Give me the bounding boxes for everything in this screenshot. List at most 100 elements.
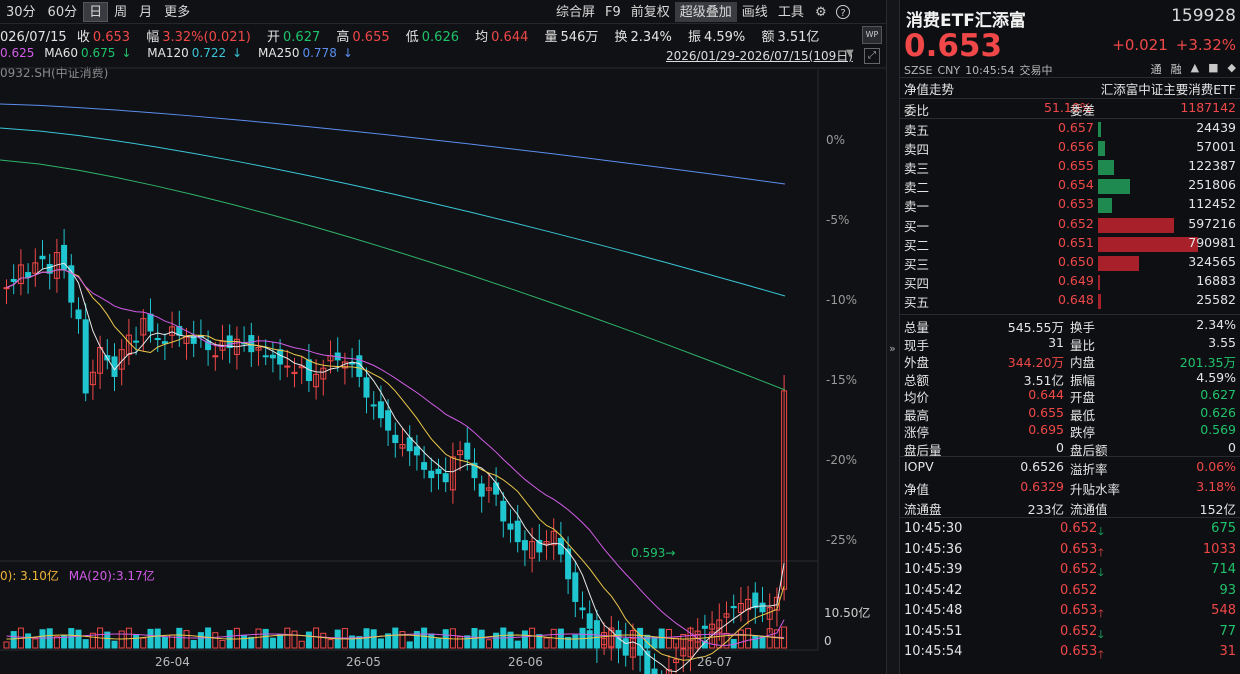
etf-stats-row: 净值 0.6329 升贴水率 3.18%	[900, 479, 1240, 497]
level-price: 0.651	[1058, 235, 1094, 250]
nav-row[interactable]: 净值走势 汇添富中证主要消费ETF	[900, 79, 1240, 97]
flag-icon[interactable]: 通	[1151, 61, 1162, 77]
volume-bar	[478, 629, 485, 649]
double-chevron-right-icon[interactable]: »	[889, 342, 896, 355]
flag-icon[interactable]: 融	[1171, 61, 1182, 77]
nav-label[interactable]: 净值走势	[904, 79, 954, 98]
flag-icon[interactable]: ◆	[1228, 61, 1236, 77]
level-volume: 112452	[1188, 196, 1236, 211]
candle-body	[500, 500, 507, 522]
level-volume-bar	[1098, 217, 1198, 233]
level-price: 0.652	[1058, 216, 1094, 231]
stat-label: 涨停	[904, 425, 930, 440]
last-price: 0.653	[904, 28, 1003, 64]
stat-value: 0.655	[1028, 404, 1064, 420]
volume-bar	[377, 638, 384, 649]
percent-tick: 0%	[826, 133, 846, 147]
ask-row[interactable]: 卖一 0.653 112452	[900, 196, 1240, 214]
level-label: 卖一	[904, 199, 930, 214]
stats-row: 总额 3.51亿 振幅 4.59%	[900, 370, 1240, 388]
level-volume: 324565	[1188, 254, 1236, 269]
level-volume: 25582	[1196, 292, 1236, 307]
meta-item: 交易中	[1019, 64, 1053, 77]
tick-time: 10:45:51	[904, 623, 963, 639]
volume-tick: 0	[824, 634, 832, 648]
level-label: 卖四	[904, 142, 930, 157]
stat-value: 233亿	[1027, 502, 1064, 517]
volume-bar	[658, 628, 665, 649]
stat-value: 0.626	[1200, 404, 1236, 420]
candle-body	[579, 607, 586, 611]
tick-row: 10:45:36 0.653 🡑 1033	[900, 542, 1240, 560]
volume-bar	[53, 636, 60, 649]
arrow-down-icon: 🡓	[1098, 627, 1104, 641]
candle-body	[493, 482, 500, 495]
bid-row[interactable]: 买三 0.650 324565	[900, 254, 1240, 272]
percent-tick: -20%	[826, 453, 858, 467]
volume-bar	[521, 630, 528, 649]
volume-bar	[183, 630, 190, 649]
candle-body	[10, 278, 17, 282]
flag-icon[interactable]: ■	[1208, 61, 1218, 77]
bid-row[interactable]: 买一 0.652 597216	[900, 216, 1240, 234]
volume-bar	[25, 633, 32, 649]
level-price: 0.649	[1058, 273, 1094, 288]
level-price: 0.650	[1058, 254, 1094, 269]
level-volume: 122387	[1188, 158, 1236, 173]
tick-price: 0.652	[1060, 623, 1098, 639]
level-volume-bar	[1098, 197, 1148, 213]
stats-row: 现手 31 量比 3.55	[900, 335, 1240, 353]
flag-icon[interactable]: ▲	[1191, 61, 1199, 77]
tick-row: 10:45:51 0.652 🡓 77	[900, 624, 1240, 642]
stat-label: 开盘	[1070, 390, 1096, 405]
tick-volume: 1033	[1202, 541, 1236, 557]
level-label: 买三	[904, 257, 930, 272]
arrow-up-icon: 🡑	[1098, 545, 1104, 559]
stat-label: 现手	[904, 337, 930, 353]
stat-value: 152亿	[1199, 502, 1236, 517]
level-price: 0.653	[1058, 196, 1094, 211]
volume-bar	[586, 630, 593, 649]
price-change: +0.021 +3.32%	[1104, 36, 1236, 54]
ask-row[interactable]: 卖三 0.655 122387	[900, 158, 1240, 176]
chart-area[interactable]: 30分 60分日周月更多 综合屏 F9 前复权 超级叠加 画线 工具 ⚙? 026/07/15…	[0, 0, 886, 674]
bid-row[interactable]: 买五 0.648 25582	[900, 292, 1240, 310]
candle-body	[3, 287, 10, 290]
volume-bar	[622, 639, 629, 649]
tick-time: 10:45:54	[904, 644, 963, 659]
bid-row[interactable]: 买四 0.649 16883	[900, 273, 1240, 291]
ask-row[interactable]: 卖二 0.654 251806	[900, 177, 1240, 195]
volume-bar	[32, 638, 39, 649]
tick-volume: 93	[1219, 582, 1236, 598]
tick-row: 10:45:42 0.652 93	[900, 583, 1240, 601]
level-label: 买四	[904, 276, 930, 291]
change-pct: +3.32%	[1175, 36, 1236, 54]
security-code: 159928	[1171, 6, 1236, 26]
ask-row[interactable]: 卖五 0.657 24439	[900, 120, 1240, 138]
volume-bar	[305, 631, 312, 649]
ma60-line	[0, 159, 786, 391]
level-volume-bar	[1098, 293, 1198, 309]
level-volume: 16883	[1196, 273, 1236, 288]
market-meta: SZSE CNY 10:45:54 交易中	[904, 62, 1058, 78]
volume-bar	[464, 635, 471, 649]
stat-value: 0.6526	[1020, 459, 1064, 474]
stat-value: 0.6329	[1020, 479, 1064, 494]
bid-row[interactable]: 买二 0.651 790981	[900, 235, 1240, 253]
ask-row[interactable]: 卖四 0.656 57001	[900, 139, 1240, 157]
candle-body	[651, 668, 658, 674]
volume-bar	[39, 629, 46, 649]
candle-body	[154, 338, 161, 341]
candle-body	[752, 592, 759, 609]
collapse-panel-bar[interactable]: »	[886, 0, 900, 674]
volume-bar	[392, 627, 399, 649]
volume-bar	[370, 629, 377, 649]
volume-bar	[514, 640, 521, 649]
volume-bar	[421, 627, 428, 649]
stat-value: 3.18%	[1196, 479, 1236, 494]
tick-row: 10:45:30 0.652 🡓 675	[900, 521, 1240, 539]
stat-label: 溢折率	[1070, 462, 1108, 477]
tick-row: 10:45:48 0.653 🡑 548	[900, 603, 1240, 621]
tick-price: 0.652	[1060, 562, 1098, 577]
etf-stats-row: 流通盘 233亿 流通值 152亿	[900, 499, 1240, 517]
